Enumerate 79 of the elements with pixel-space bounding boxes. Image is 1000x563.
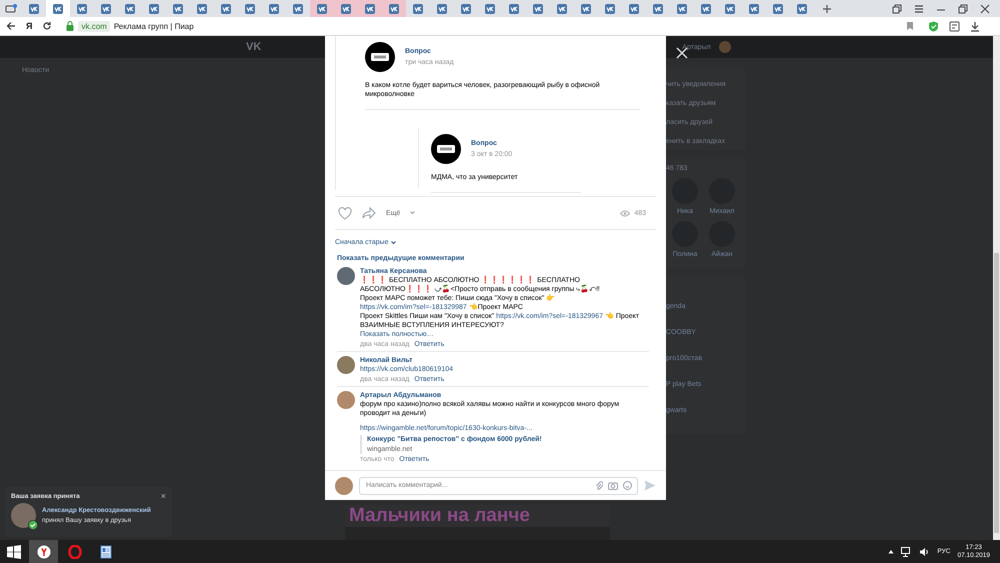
bookmark-icon[interactable] (906, 21, 914, 31)
caret-icon (391, 240, 396, 244)
site-logo-icon (341, 4, 351, 14)
site-logo-icon (413, 4, 423, 14)
site-logo-icon (437, 4, 447, 14)
extension-icon[interactable] (949, 20, 960, 32)
browser-tab[interactable] (46, 0, 70, 17)
restore-icon[interactable] (958, 4, 968, 14)
volume-icon[interactable] (919, 546, 930, 556)
tabs-icon[interactable] (892, 4, 902, 14)
shield-icon[interactable] (928, 20, 939, 32)
scrollbar[interactable] (993, 36, 1000, 540)
site-logo-icon (701, 4, 711, 14)
site-logo-icon (245, 4, 255, 14)
site-logo-icon (125, 4, 135, 14)
site-logo-icon (533, 4, 543, 14)
network-icon[interactable] (901, 546, 912, 556)
user-avatar[interactable] (11, 503, 36, 528)
share-icon[interactable] (362, 207, 376, 219)
browser-tab[interactable] (310, 0, 334, 17)
site-logo-icon (581, 4, 591, 14)
site-logo-icon (53, 4, 63, 14)
site-logo-icon (629, 4, 639, 14)
user-avatar[interactable] (337, 391, 355, 409)
site-logo-icon (269, 4, 279, 14)
site-logo-icon (509, 4, 519, 14)
user-avatar (718, 41, 731, 53)
home-button[interactable]: Я (26, 21, 32, 31)
yandex-browser-icon (36, 544, 50, 558)
user-avatar[interactable] (337, 267, 355, 285)
site-logo-icon (149, 4, 159, 14)
document-icon (98, 544, 112, 558)
start-icon[interactable] (7, 544, 21, 558)
emoji-icon[interactable] (623, 480, 632, 490)
chevron-up-icon[interactable] (888, 549, 894, 554)
reload-icon[interactable] (42, 21, 52, 31)
site-logo-icon (557, 4, 567, 14)
site-logo-icon (197, 4, 207, 14)
address-field[interactable]: vk.com Реклама групп | Пиар (62, 18, 918, 34)
site-logo-icon (749, 4, 759, 14)
menu-icon[interactable] (914, 4, 924, 14)
user-avatar[interactable] (337, 356, 355, 374)
site-logo-icon (725, 4, 735, 14)
opera-icon (68, 544, 82, 558)
site-logo-icon (365, 4, 375, 14)
taskbar-app[interactable] (29, 540, 58, 563)
site-logo-icon (677, 4, 687, 14)
banner-title: Мальчики на ланче (348, 505, 531, 527)
download-icon[interactable] (970, 20, 980, 32)
site-logo-icon (317, 4, 327, 14)
site-logo-icon (773, 4, 783, 14)
site-logo-icon (29, 4, 39, 14)
close-icon[interactable] (980, 4, 990, 14)
lock-icon (66, 21, 74, 31)
user-avatar[interactable] (335, 476, 353, 494)
close-button[interactable]: × (160, 492, 166, 500)
site-logo-icon (653, 4, 663, 14)
caret-icon (410, 211, 416, 215)
site-logo-icon (389, 4, 399, 14)
camera-icon[interactable] (608, 480, 618, 490)
site-logo-icon (101, 4, 111, 14)
site-logo-icon (293, 4, 303, 14)
group-avatar[interactable] (365, 42, 395, 72)
views-icon (620, 210, 630, 216)
site-logo-icon (77, 4, 87, 14)
site-logo-icon (485, 4, 495, 14)
browser-tab[interactable] (382, 0, 406, 17)
site-logo-icon (221, 4, 231, 14)
site-logo-icon (797, 4, 807, 14)
url-domain: vk.com (78, 20, 110, 32)
like-icon[interactable] (338, 206, 352, 220)
attach-icon[interactable] (595, 480, 603, 490)
site-logo-icon (461, 4, 471, 14)
group-avatar[interactable] (431, 134, 461, 164)
new-tab-icon[interactable] (822, 4, 832, 14)
page-title: Реклама групп | Пиар (114, 22, 194, 30)
site-logo-icon (605, 4, 615, 14)
site-logo-icon (173, 4, 183, 14)
back-icon[interactable] (6, 21, 16, 31)
